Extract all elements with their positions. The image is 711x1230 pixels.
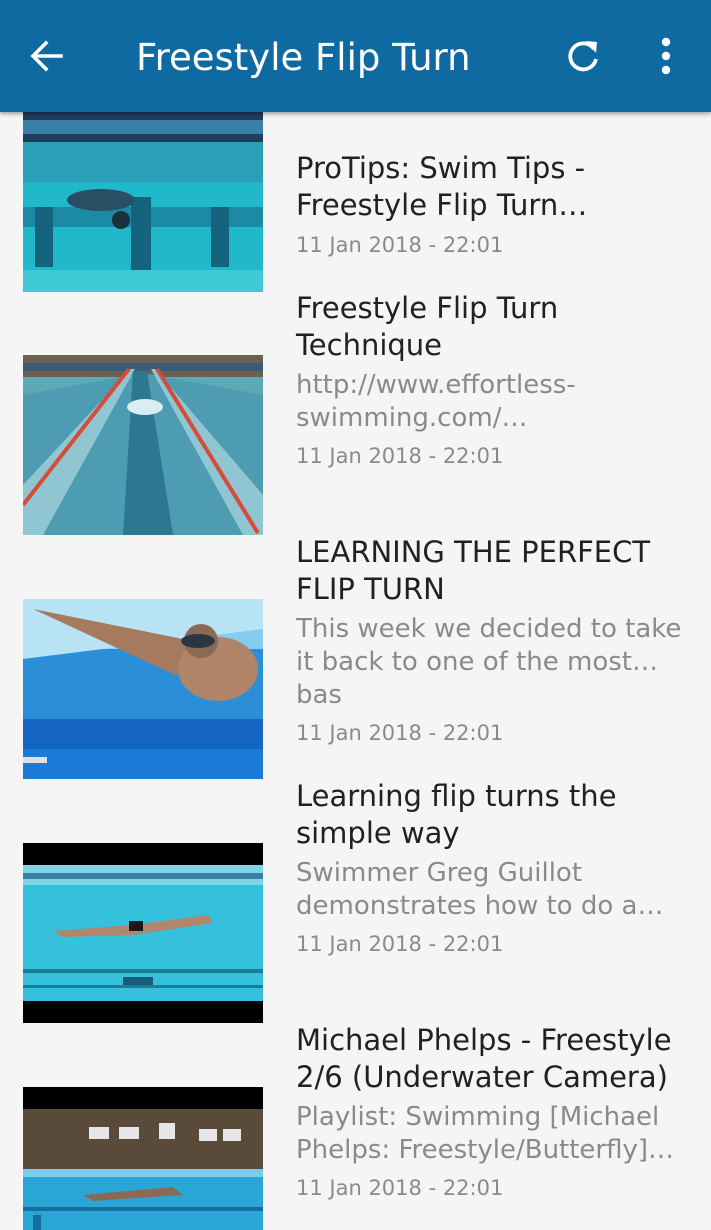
video-title: Freestyle Flip Turn Technique	[296, 291, 559, 362]
video-date: 11 Jan 2018 - 22:01	[296, 932, 504, 956]
video-list-item[interactable]: LEARNING THE PERFECT FLIP TURN This week…	[0, 534, 711, 779]
more-vert-icon	[661, 37, 671, 75]
video-thumbnail[interactable]	[23, 355, 263, 535]
video-description: Swimmer Greg Guillot demonstrates how to…	[296, 858, 664, 921]
video-list-item[interactable]: Freestyle Flip Turn Technique http://www…	[0, 290, 711, 535]
video-thumbnail[interactable]	[23, 1087, 263, 1230]
video-thumbnail[interactable]	[23, 112, 263, 292]
video-title: ProTips: Swim Tips - Freestyle Flip Turn…	[296, 151, 588, 222]
video-date: 11 Jan 2018 - 22:01	[296, 721, 504, 745]
video-description: Playlist: Swimming [Michael Phelps: Free…	[296, 1102, 675, 1165]
app-bar: Freestyle Flip Turn	[0, 0, 711, 112]
video-list-item[interactable]: ProTips: Swim Tips - Freestyle Flip Turn…	[0, 112, 711, 292]
refresh-icon	[568, 41, 598, 72]
video-list-item[interactable]: Learning flip turns the simple way Swimm…	[0, 778, 711, 1023]
video-date: 11 Jan 2018 - 22:01	[296, 233, 504, 257]
arrow-back-icon	[30, 40, 63, 72]
back-button[interactable]	[18, 28, 74, 84]
video-description: This week we decided to take it back to …	[296, 614, 682, 710]
video-title: Michael Phelps - Freestyle 2/6 (Underwat…	[296, 1023, 672, 1094]
video-date: 11 Jan 2018 - 22:01	[296, 1176, 504, 1200]
video-title: LEARNING THE PERFECT FLIP TURN	[296, 535, 651, 606]
video-date: 11 Jan 2018 - 22:01	[296, 444, 504, 468]
more-options-button[interactable]	[640, 28, 692, 84]
video-list: ProTips: Swim Tips - Freestyle Flip Turn…	[0, 112, 711, 1230]
video-thumbnail[interactable]	[23, 843, 263, 1023]
page-title: Freestyle Flip Turn	[136, 36, 471, 79]
refresh-button[interactable]	[555, 28, 611, 84]
video-list-item[interactable]: Michael Phelps - Freestyle 2/6 (Underwat…	[0, 1022, 711, 1230]
video-thumbnail[interactable]	[23, 599, 263, 779]
video-description: http://www.effortless- swimming.com/…	[296, 370, 576, 433]
video-title: Learning flip turns the simple way	[296, 779, 617, 850]
